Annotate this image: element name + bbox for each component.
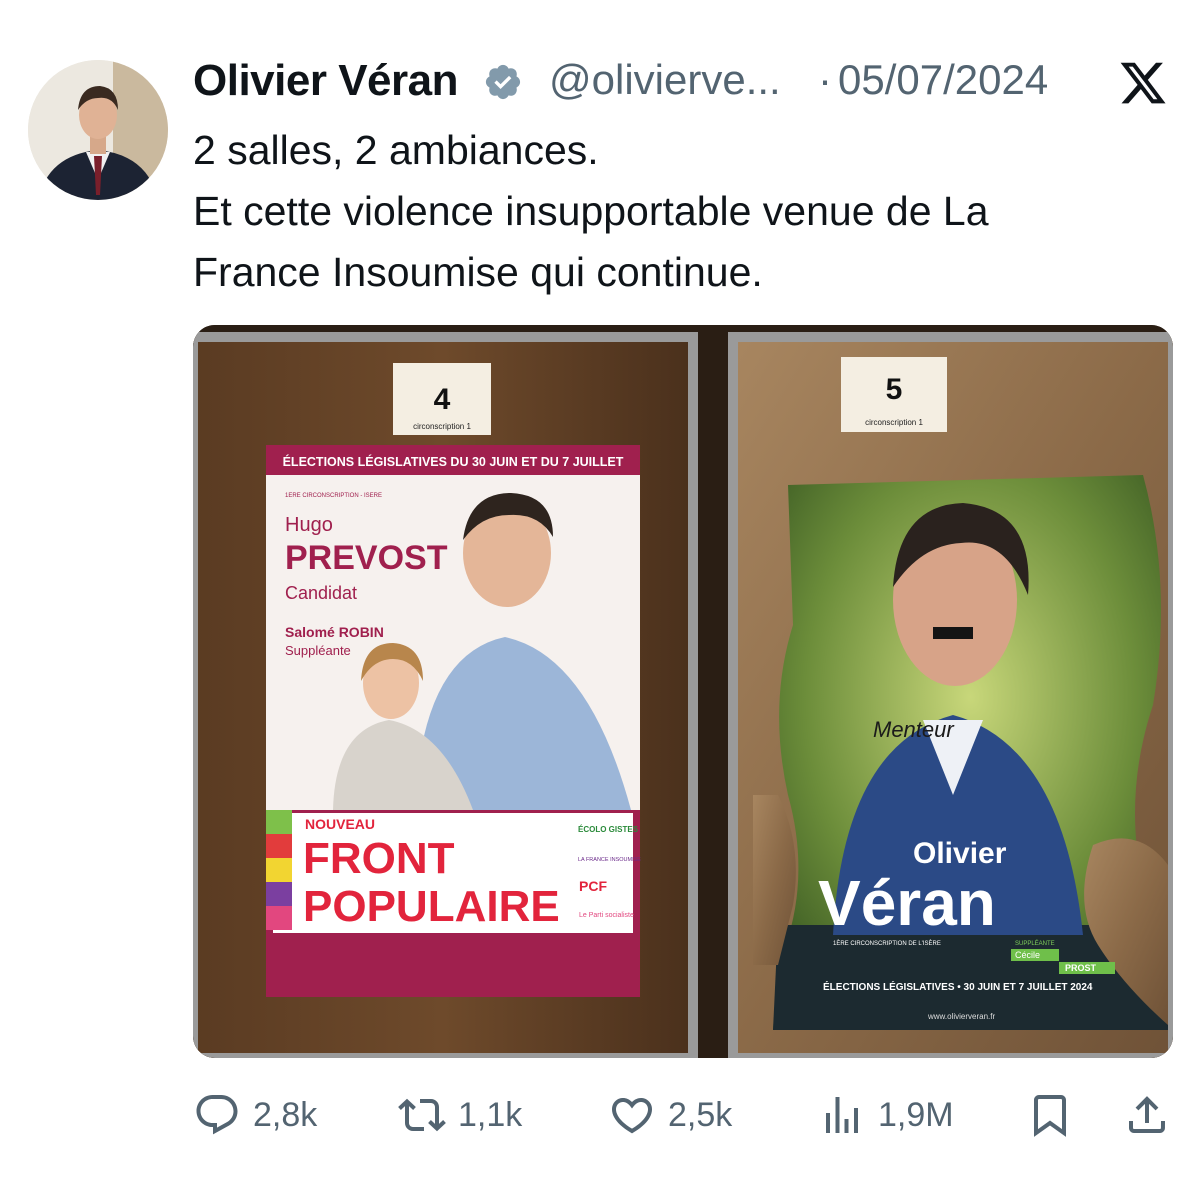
tweet-text-line: Et cette violence insupportable venue de… [193,188,989,234]
share-button[interactable] [1123,1090,1183,1140]
nfp-banner: ÉLECTIONS LÉGISLATIVES DU 30 JUIN ET DU … [283,454,624,469]
reply-icon [196,1095,238,1135]
verified-badge-icon [483,62,523,102]
graffiti-text: Menteur [873,717,955,742]
x-logo-icon [1117,58,1169,108]
repost-count: 1,1k [458,1095,523,1134]
bookmark-icon [1034,1095,1066,1137]
veran-poster: Menteur Olivier Véran 1ÈRE CIRCONSCRIPTI… [753,475,1168,1030]
share-icon [1129,1096,1165,1133]
left-panel-number: 4 [434,383,451,416]
right-panel-circ: circonscription 1 [865,418,923,427]
nfp-logo-pcf: PCF [579,878,607,894]
separator: · [818,56,832,103]
views-button[interactable]: 1,9M [818,1090,954,1140]
repost-icon [398,1098,446,1132]
nfp-role: Candidat [285,583,357,603]
reply-count: 2,8k [253,1095,318,1134]
nfp-sub: 1ERE CIRCONSCRIPTION - ISERE [285,493,382,499]
veran-cecile: Cécile [1015,950,1040,960]
nfp-logo-lfi: LA FRANCE INSOUMISE [578,857,641,863]
nfp-first-name: Hugo [285,514,333,536]
tweet-media-photo[interactable]: 4 circonscription 1 5 circonscription 1 … [193,325,1173,1058]
views-icon [826,1097,858,1133]
tweet-text: 2 salles, 2 ambiances. Et cette violence… [193,120,1173,303]
nfp-populaire: POPULAIRE [303,882,560,931]
tweet-actions: 2,8k 1,1k 2,5k 1,9M [193,1080,1173,1150]
tweet-header: Olivier Véran @olivierve... · 05/07/2024 [193,52,1173,112]
like-icon [611,1098,653,1134]
right-panel-number: 5 [886,373,903,406]
nfp-substitute: Salomé ROBIN [285,624,384,640]
bookmark-button[interactable] [1026,1090,1086,1140]
tweet-date[interactable]: 05/07/2024 [838,56,1048,104]
veran-suppleante: SUPPLÉANTE [1015,940,1055,947]
veran-first-name: Olivier [913,837,1007,870]
author-handle[interactable]: @olivierve... [549,56,781,104]
nfp-nouveau: NOUVEAU [305,816,375,832]
nfp-logo-ps: Le Parti socialiste [579,912,634,919]
repost-button[interactable]: 1,1k [398,1090,522,1140]
avatar[interactable] [28,60,168,200]
veran-prost: PROST [1065,963,1097,973]
nfp-poster: ÉLECTIONS LÉGISLATIVES DU 30 JUIN ET DU … [266,445,641,997]
left-panel-circ: circonscription 1 [413,422,471,431]
veran-website: www.olivierveran.fr [927,1012,995,1021]
views-count: 1,9M [878,1095,954,1134]
nfp-logo-ecolo: ÉCOLO GISTES [578,825,639,834]
author-name[interactable]: Olivier Véran [193,56,458,106]
reply-button[interactable]: 2,8k [193,1090,317,1140]
nfp-front: FRONT [303,834,455,883]
nfp-last-name: PREVOST [285,539,448,577]
tweet-text-line: France Insoumise qui continue. [193,249,763,295]
veran-elections: ÉLECTIONS LÉGISLATIVES • 30 JUIN ET 7 JU… [823,980,1093,993]
veran-circ: 1ÈRE CIRCONSCRIPTION DE L'ISÈRE [833,940,941,947]
veran-last-name: Véran [818,867,996,939]
nfp-substitute-role: Suppléante [285,643,351,658]
like-count: 2,5k [668,1095,733,1134]
tweet-text-line: 2 salles, 2 ambiances. [193,127,599,173]
like-button[interactable]: 2,5k [608,1090,732,1140]
